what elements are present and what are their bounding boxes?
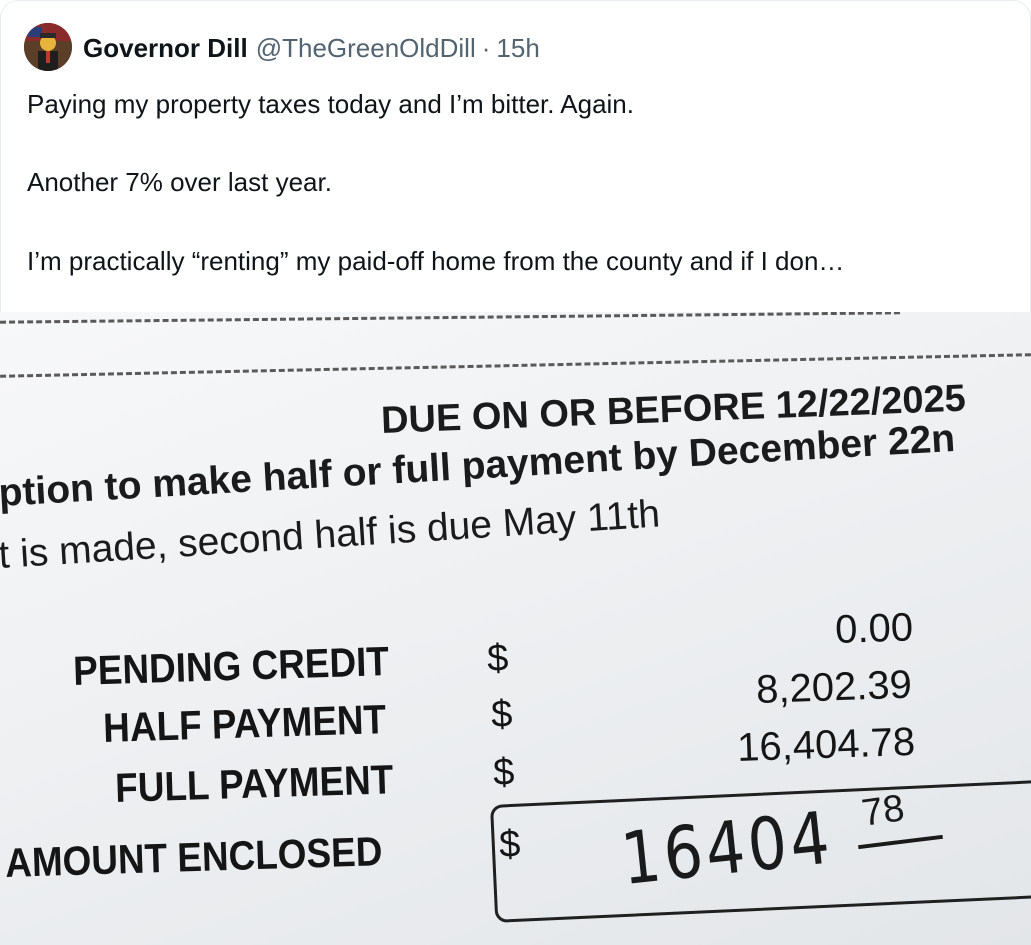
amount-enclosed-label: AMOUNT ENCLOSED — [4, 828, 383, 887]
tweet-photo[interactable]: DUE ON OR BEFORE 12/22/2025 ption to mak… — [0, 312, 1031, 945]
half-payment-currency: $ — [490, 693, 514, 737]
pending-credit-currency: $ — [486, 637, 510, 681]
tweet-header: Governor Dill @TheGreenOldDill · 15h — [83, 31, 540, 65]
separator-dot: · — [481, 32, 491, 63]
user-handle[interactable]: @TheGreenOldDill — [256, 33, 476, 64]
post-time[interactable]: 15h — [496, 33, 539, 64]
full-payment-currency: $ — [492, 751, 516, 795]
pending-credit-amount: 0.00 — [834, 605, 914, 653]
tweet-text-line: Paying my property taxes today and I’m b… — [27, 89, 634, 119]
pending-credit-label: PENDING CREDIT — [72, 638, 390, 695]
avatar[interactable] — [24, 23, 72, 71]
perforation-line — [0, 312, 900, 324]
perforation-line — [0, 353, 1031, 378]
half-payment-amount: 8,202.39 — [755, 662, 913, 713]
amount-enclosed-currency: $ — [498, 823, 522, 867]
full-payment-label: FULL PAYMENT — [114, 756, 394, 812]
handwritten-cents: 78 — [859, 787, 907, 835]
half-payment-label: HALF PAYMENT — [102, 696, 387, 752]
avatar-image — [24, 23, 72, 71]
tweet-card[interactable]: Governor Dill @TheGreenOldDill · 15h Pay… — [0, 0, 1031, 312]
tweet-text-line: I’m practically “renting” my paid-off ho… — [27, 246, 845, 276]
full-payment-amount: 16,404.78 — [736, 719, 916, 771]
tweet-text-line: Another 7% over last year. — [27, 167, 332, 197]
display-name[interactable]: Governor Dill — [83, 33, 248, 64]
